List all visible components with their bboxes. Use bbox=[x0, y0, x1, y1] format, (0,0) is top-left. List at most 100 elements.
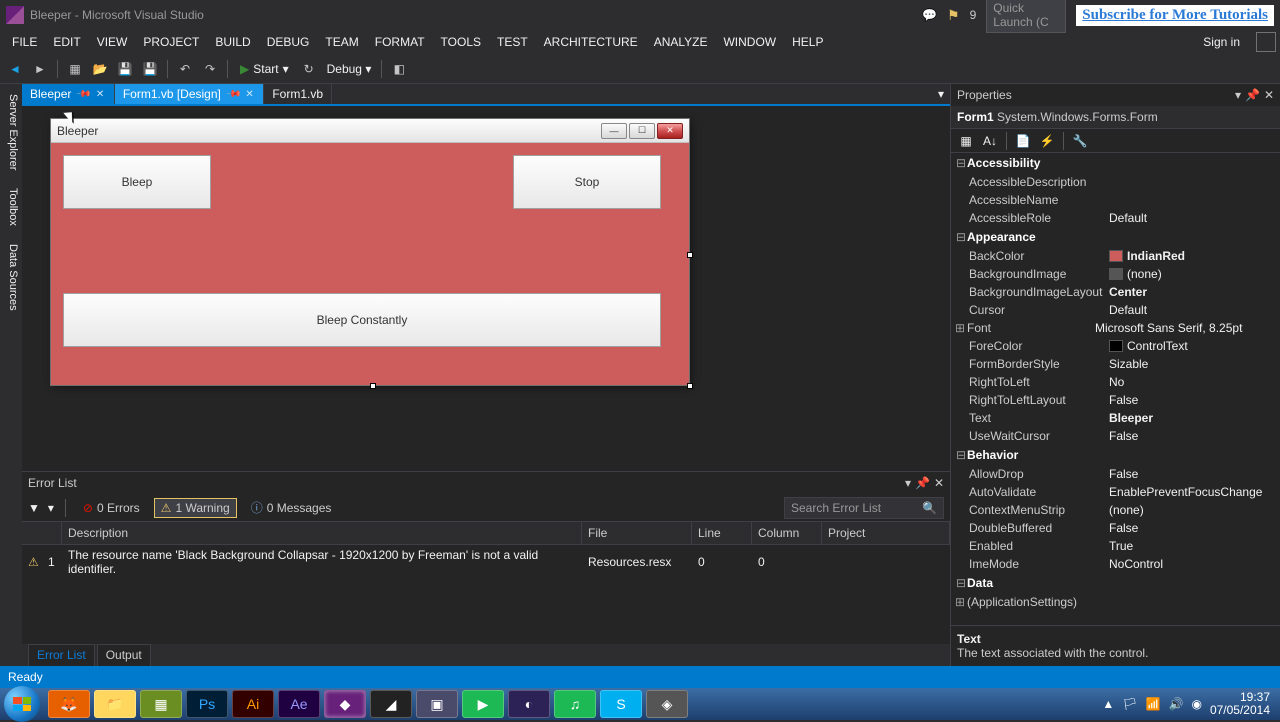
events-button[interactable]: ⚡ bbox=[1036, 131, 1058, 151]
taskbar-aftereffects-icon[interactable]: Ae bbox=[278, 690, 320, 718]
col-column[interactable]: Column bbox=[752, 522, 822, 544]
filter-errors[interactable]: ⊘ 0 Errors bbox=[77, 499, 146, 517]
taskbar-clock[interactable]: 19:37 07/05/2014 bbox=[1210, 691, 1270, 717]
nav-forward-button[interactable]: ► bbox=[29, 58, 51, 80]
taskbar-illustrator-icon[interactable]: Ai bbox=[232, 690, 274, 718]
category-appearance[interactable]: ⊟Appearance bbox=[951, 227, 1280, 247]
config-combo[interactable]: Debug ▾ bbox=[323, 62, 376, 76]
form-body[interactable]: Bleep Stop Bleep Constantly bbox=[51, 143, 689, 385]
button-stop[interactable]: Stop bbox=[513, 155, 661, 209]
sign-in-link[interactable]: Sign in bbox=[1195, 31, 1248, 53]
refresh-button[interactable]: ↻ bbox=[298, 58, 320, 80]
chevron-down-icon[interactable]: ▾ bbox=[905, 476, 911, 490]
open-file-button[interactable]: 📂 bbox=[89, 58, 111, 80]
menu-help[interactable]: HELP bbox=[784, 31, 831, 53]
button-bleep-constantly[interactable]: Bleep Constantly bbox=[63, 293, 661, 347]
tab-server-explorer[interactable]: Server Explorer bbox=[0, 88, 22, 176]
new-project-button[interactable]: ▦ bbox=[64, 58, 86, 80]
close-icon[interactable]: ✕ bbox=[96, 89, 106, 99]
volume-icon[interactable]: 🔊 bbox=[1169, 697, 1184, 711]
resize-handle[interactable] bbox=[687, 252, 693, 258]
bottom-tab-output[interactable]: Output bbox=[97, 644, 151, 666]
resize-handle[interactable] bbox=[687, 383, 693, 389]
properties-button[interactable]: 📄 bbox=[1012, 131, 1034, 151]
menu-tools[interactable]: TOOLS bbox=[433, 31, 489, 53]
save-all-button[interactable]: 💾 bbox=[139, 58, 161, 80]
menu-analyze[interactable]: ANALYZE bbox=[646, 31, 716, 53]
taskbar-eclipse-icon[interactable]: ◐ bbox=[508, 690, 550, 718]
menu-build[interactable]: BUILD bbox=[207, 31, 258, 53]
avatar-icon[interactable] bbox=[1256, 32, 1276, 52]
notifications-flag-icon[interactable]: ⚑ bbox=[947, 7, 960, 24]
menu-debug[interactable]: DEBUG bbox=[259, 31, 318, 53]
category-data[interactable]: ⊟Data bbox=[951, 573, 1280, 593]
tab-bleeper[interactable]: Bleeper 📌 ✕ bbox=[22, 84, 115, 104]
action-center-icon[interactable]: 🏳 bbox=[1122, 697, 1137, 711]
start-button[interactable] bbox=[4, 686, 40, 722]
system-tray[interactable]: ▲ 🏳 📶 🔊 ◉ 19:37 07/05/2014 bbox=[1102, 691, 1276, 717]
menu-format[interactable]: FORMAT bbox=[367, 31, 433, 53]
error-list-row[interactable]: ⚠ 1 The resource name 'Black Background … bbox=[22, 545, 950, 579]
alphabetical-button[interactable]: A↓ bbox=[979, 131, 1001, 151]
chevron-down-icon[interactable]: ▾ bbox=[938, 87, 944, 101]
error-list-search-input[interactable]: Search Error List 🔍 bbox=[784, 497, 944, 519]
show-hidden-icon[interactable]: ▲ bbox=[1102, 697, 1114, 711]
taskbar-explorer-icon[interactable]: 📁 bbox=[94, 690, 136, 718]
pin-icon[interactable]: 📌 bbox=[1245, 88, 1260, 102]
menu-test[interactable]: TEST bbox=[489, 31, 536, 53]
save-button[interactable]: 💾 bbox=[114, 58, 136, 80]
col-line[interactable]: Line bbox=[692, 522, 752, 544]
taskbar-app-icon[interactable]: ▣ bbox=[416, 690, 458, 718]
property-grid[interactable]: ⊟Accessibility AccessibleDescription Acc… bbox=[951, 153, 1280, 625]
notifications-count[interactable]: 9 bbox=[970, 8, 977, 22]
layout-button[interactable]: ◧ bbox=[388, 58, 410, 80]
taskbar-spotify-icon[interactable]: ♫ bbox=[554, 690, 596, 718]
close-icon[interactable]: ✕ bbox=[1264, 88, 1274, 102]
undo-button[interactable]: ↶ bbox=[174, 58, 196, 80]
bottom-tab-error-list[interactable]: Error List bbox=[28, 644, 95, 666]
taskbar-firefox-icon[interactable]: 🦊 bbox=[48, 690, 90, 718]
menu-architecture[interactable]: ARCHITECTURE bbox=[536, 31, 646, 53]
feedback-icon[interactable]: 💬 bbox=[922, 8, 937, 22]
quick-launch-input[interactable]: Quick Launch (C bbox=[986, 0, 1066, 33]
subscribe-link[interactable]: Subscribe for More Tutorials bbox=[1076, 5, 1274, 26]
designer-surface[interactable]: Bleeper — ☐ ✕ Bleep Stop Bleep Constantl… bbox=[22, 106, 950, 471]
menu-file[interactable]: FILE bbox=[4, 31, 45, 53]
taskbar-app2-icon[interactable]: ◈ bbox=[646, 690, 688, 718]
network-icon[interactable]: 📶 bbox=[1146, 697, 1161, 711]
start-debug-button[interactable]: ▶ Start ▾ bbox=[234, 62, 295, 76]
taskbar-visualstudio-icon[interactable]: ◆ bbox=[324, 690, 366, 718]
filter-icon[interactable]: ▼ bbox=[28, 501, 40, 515]
taskbar-unity-icon[interactable]: ◢ bbox=[370, 690, 412, 718]
filter-messages[interactable]: ⓘ 0 Messages bbox=[245, 497, 338, 518]
menu-project[interactable]: PROJECT bbox=[135, 31, 207, 53]
category-behavior[interactable]: ⊟Behavior bbox=[951, 445, 1280, 465]
redo-button[interactable]: ↷ bbox=[199, 58, 221, 80]
taskbar-skype-icon[interactable]: S bbox=[600, 690, 642, 718]
form-designer-window[interactable]: Bleeper — ☐ ✕ Bleep Stop Bleep Constantl… bbox=[50, 118, 690, 386]
menu-view[interactable]: VIEW bbox=[89, 31, 136, 53]
tab-toolbox[interactable]: Toolbox bbox=[0, 182, 22, 232]
tab-data-sources[interactable]: Data Sources bbox=[0, 238, 22, 317]
taskbar-photoshop-icon[interactable]: Ps bbox=[186, 690, 228, 718]
category-accessibility[interactable]: ⊟Accessibility bbox=[951, 153, 1280, 173]
chevron-down-icon[interactable]: ▾ bbox=[48, 501, 54, 515]
tab-form1-vb[interactable]: Form1.vb bbox=[264, 84, 332, 104]
resize-handle[interactable] bbox=[370, 383, 376, 389]
close-icon[interactable]: ✕ bbox=[245, 89, 255, 99]
nav-back-button[interactable]: ◄ bbox=[4, 58, 26, 80]
property-pages-button[interactable]: 🔧 bbox=[1069, 131, 1091, 151]
menu-edit[interactable]: EDIT bbox=[45, 31, 88, 53]
properties-object-selector[interactable]: Form1 System.Windows.Forms.Form bbox=[951, 106, 1280, 129]
filter-warnings[interactable]: ⚠ 1 Warning bbox=[154, 498, 237, 518]
pin-icon[interactable]: 📌 bbox=[75, 86, 92, 103]
col-description[interactable]: Description bbox=[62, 522, 582, 544]
menu-team[interactable]: TEAM bbox=[317, 31, 366, 53]
pin-icon[interactable]: 📌 bbox=[915, 476, 930, 490]
chevron-down-icon[interactable]: ▾ bbox=[1235, 88, 1241, 102]
col-file[interactable]: File bbox=[582, 522, 692, 544]
categorized-button[interactable]: ▦ bbox=[955, 131, 977, 151]
taskbar-minecraft-icon[interactable]: ▦ bbox=[140, 690, 182, 718]
tray-icon[interactable]: ◉ bbox=[1191, 697, 1201, 711]
menu-window[interactable]: WINDOW bbox=[715, 31, 784, 53]
